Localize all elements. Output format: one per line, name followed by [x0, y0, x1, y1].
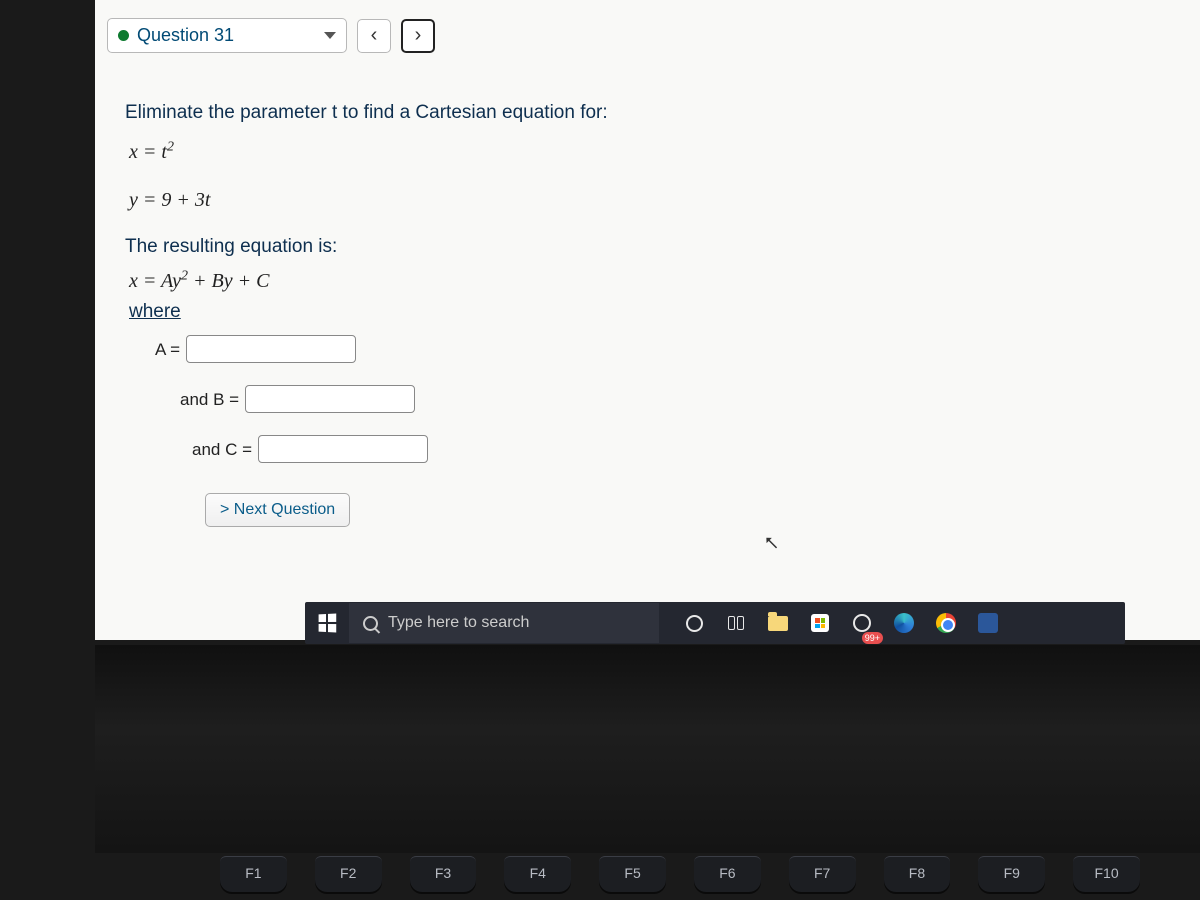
notification-badge: 99+ [862, 632, 883, 644]
word-icon [978, 613, 998, 633]
key-f1: F1 [220, 856, 287, 892]
key-f4: F4 [504, 856, 571, 892]
chevron-right-icon: › [415, 24, 422, 47]
windows-logo-icon [319, 614, 337, 633]
start-button[interactable] [305, 602, 349, 644]
input-C[interactable] [258, 435, 428, 463]
label-C: and C = [192, 436, 252, 463]
task-view-icon [728, 616, 744, 630]
key-f5: F5 [599, 856, 666, 892]
question-selector-label: Question 31 [137, 25, 234, 46]
key-f6: F6 [694, 856, 761, 892]
key-f7: F7 [789, 856, 856, 892]
input-row-C: and C = [192, 435, 1200, 463]
edge-icon [894, 613, 914, 633]
label-A: A = [155, 336, 180, 363]
cursor-icon: ⭦ [765, 533, 778, 556]
ms-store-button[interactable] [803, 606, 837, 640]
label-B: and B = [180, 386, 239, 413]
settings-button[interactable]: 99+ [845, 606, 879, 640]
equation-y: y = 9 + 3t [129, 184, 1200, 216]
input-row-A: A = [155, 335, 1200, 363]
key-f8: F8 [884, 856, 951, 892]
cortana-button[interactable] [677, 606, 711, 640]
input-row-B: and B = [180, 385, 1200, 413]
question-header: Question 31 ‹ › [107, 18, 1200, 53]
result-intro: The resulting equation is: [125, 232, 1200, 262]
gear-icon [853, 614, 871, 632]
key-f2: F2 [315, 856, 382, 892]
next-question-nav-button[interactable]: › [401, 19, 435, 53]
edge-button[interactable] [887, 606, 921, 640]
status-dot-icon [118, 30, 129, 41]
key-f9: F9 [978, 856, 1045, 892]
desk-shadow [95, 645, 1200, 853]
task-view-button[interactable] [719, 606, 753, 640]
key-f3: F3 [410, 856, 477, 892]
chevron-left-icon: ‹ [371, 24, 378, 47]
chevron-down-icon [324, 32, 336, 39]
circle-icon [686, 615, 703, 632]
word-button[interactable] [971, 606, 1005, 640]
file-explorer-button[interactable] [761, 606, 795, 640]
input-B[interactable] [245, 385, 415, 413]
input-A[interactable] [186, 335, 356, 363]
result-equation: x = Ay2 + By + C [129, 265, 1200, 297]
where-label: where [129, 297, 1200, 327]
store-icon [811, 614, 829, 632]
search-icon [363, 616, 378, 631]
next-question-button[interactable]: > Next Question [205, 493, 350, 527]
chrome-icon [936, 613, 956, 633]
prev-question-button[interactable]: ‹ [357, 19, 391, 53]
taskbar-search-input[interactable]: Type here to search [349, 603, 659, 643]
problem-prompt: Eliminate the parameter t to find a Cart… [125, 98, 1200, 128]
search-placeholder: Type here to search [388, 614, 529, 632]
equation-x: x = t2 [129, 136, 1200, 168]
question-selector-dropdown[interactable]: Question 31 [107, 18, 347, 53]
folder-icon [768, 616, 788, 631]
key-f10: F10 [1073, 856, 1140, 892]
physical-keyboard: F1 F2 F3 F4 F5 F6 F7 F8 F9 F10 [0, 837, 1200, 892]
question-panel: Question 31 ‹ › Eliminate the parameter … [107, 18, 1200, 640]
app-viewport: Question 31 ‹ › Eliminate the parameter … [95, 0, 1200, 640]
taskbar-icons: 99+ [677, 606, 1005, 640]
windows-taskbar: Type here to search 99+ [305, 602, 1125, 644]
problem-body: Eliminate the parameter t to find a Cart… [107, 98, 1200, 527]
chrome-button[interactable] [929, 606, 963, 640]
